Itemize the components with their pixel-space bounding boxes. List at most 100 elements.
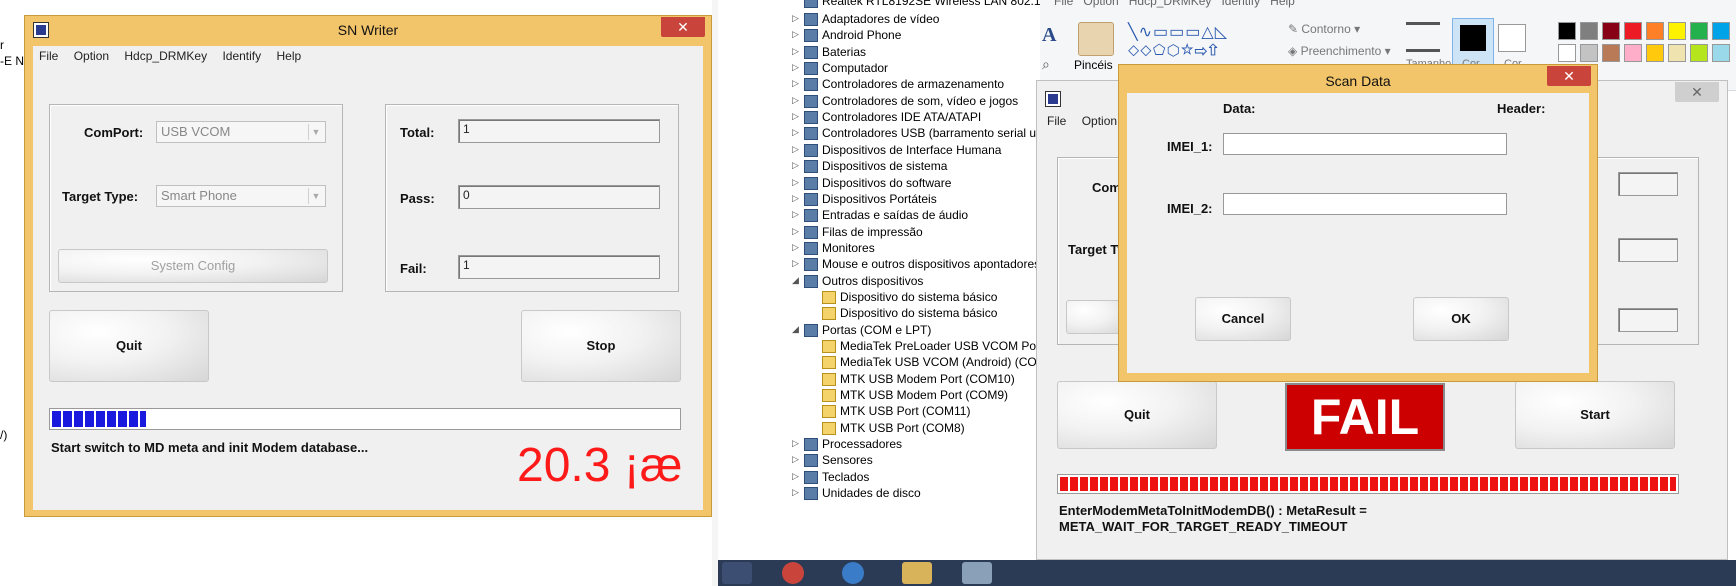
expand-toggle-icon[interactable]: ◢ [792,275,802,286]
expand-toggle-icon[interactable]: ▷ [792,226,802,237]
palette-swatch[interactable] [1624,22,1642,40]
outline-button[interactable]: ✎ Contorno ▾ [1288,22,1360,36]
expand-toggle-icon[interactable]: ▷ [792,258,802,269]
fail-field [1618,308,1678,332]
expand-toggle-icon[interactable]: ▷ [792,160,802,171]
zoom-icon[interactable]: ⌕ [1042,56,1050,73]
expand-toggle-icon[interactable]: ▷ [792,29,802,40]
device-category-icon [804,275,818,288]
imei1-input[interactable] [1223,133,1507,155]
text-tool-icon[interactable]: A [1042,24,1056,47]
palette-swatch[interactable] [1646,22,1664,40]
size-icon[interactable] [1406,22,1440,52]
tree-item-label: Controladores de som, vídeo e jogos [822,94,1019,108]
tree-item-label: MTK USB Modem Port (COM9) [840,388,1009,402]
palette-swatch[interactable] [1712,22,1730,40]
tree-item-label: Teclados [822,470,870,484]
folder-icon[interactable] [902,562,932,584]
tree-item-label: MTK USB Modem Port (COM10) [840,372,1015,386]
pass-field [1618,238,1678,262]
palette-swatch[interactable] [1580,22,1598,40]
device-category-icon [804,177,818,190]
tree-item-label: MediaTek USB VCOM (Android) (COM6) [840,355,1058,369]
palette-swatch[interactable] [1602,22,1620,40]
device-category-icon [804,471,818,484]
device-category-icon [804,226,818,239]
quit-button[interactable]: Quit [1057,381,1217,449]
target-type-select[interactable]: Smart Phone ▼ [156,185,326,207]
fill-button[interactable]: ◈ Preenchimento ▾ [1288,44,1391,58]
menu-identify[interactable]: Identify [216,46,267,63]
palette-swatch[interactable] [1558,44,1576,62]
menu-help[interactable]: Help [270,46,307,63]
palette-swatch[interactable] [1624,44,1642,62]
start-button[interactable]: Start [1515,381,1675,449]
close-button[interactable]: ✕ [1547,66,1591,86]
warning-device-icon [822,340,836,353]
system-config-button[interactable] [1066,300,1126,334]
menu-option[interactable]: Option [68,46,115,63]
progress-fill [52,411,146,427]
expand-toggle-icon[interactable]: ▷ [792,177,802,188]
palette-swatch[interactable] [1646,44,1664,62]
expand-toggle-icon[interactable]: ▷ [792,62,802,73]
tree-item-label: Baterias [822,45,867,59]
system-config-button[interactable]: System Config [58,249,328,283]
brush-icon[interactable] [1078,22,1114,56]
total-field [1618,172,1678,196]
tree-item-label: Android Phone [822,28,902,42]
expand-toggle-icon[interactable]: ▷ [792,144,802,155]
menu-hdcp[interactable]: Hdcp_DRMKey [118,46,213,63]
expand-toggle-icon[interactable]: ▷ [792,454,802,465]
palette-swatch[interactable] [1690,22,1708,40]
imei2-input[interactable] [1223,193,1507,215]
close-button[interactable]: ✕ [661,17,705,37]
expand-toggle-icon[interactable]: ▷ [792,111,802,122]
warning-device-icon [822,405,836,418]
device-category-icon [804,324,818,337]
status-line-1: EnterModemMetaToInitModemDB() : MetaResu… [1059,503,1367,518]
expand-toggle-icon[interactable]: ▷ [792,487,802,498]
palette-swatch[interactable] [1712,44,1730,62]
palette-swatch[interactable] [1580,44,1598,62]
expand-toggle-icon[interactable]: ◢ [792,324,802,335]
total-field: 1 [458,119,660,143]
expand-toggle-icon[interactable]: ▷ [792,471,802,482]
expand-toggle-icon[interactable]: ▷ [792,13,802,24]
device-category-icon [804,209,818,222]
palette-swatch[interactable] [1668,22,1686,40]
expand-toggle-icon[interactable]: ▷ [792,242,802,253]
ok-button[interactable]: OK [1413,297,1509,341]
expand-toggle-icon[interactable]: ▷ [792,438,802,449]
start-icon[interactable] [722,562,752,584]
color2-selector[interactable] [1498,24,1526,52]
palette-swatch[interactable] [1558,22,1576,40]
close-button[interactable]: ✕ [1675,82,1719,102]
ie-icon[interactable] [842,562,864,584]
menu-option[interactable]: Option [1076,111,1123,128]
comport-select[interactable]: USB VCOM ▼ [156,121,326,143]
palette-swatch[interactable] [1690,44,1708,62]
stop-button[interactable]: Stop [521,310,681,382]
expand-toggle-icon[interactable]: ▷ [792,127,802,138]
cancel-button[interactable]: Cancel [1195,297,1291,341]
palette-swatch[interactable] [1668,44,1686,62]
device-category-icon [804,46,818,59]
expand-toggle-icon[interactable]: ▷ [792,95,802,106]
menu-file[interactable]: File [1041,111,1072,128]
quit-button[interactable]: Quit [49,310,209,382]
shapes-gallery[interactable]: ╲∿▭▭▭△◺ ⬦⬦⬠⬡☆⇨⇧ [1128,22,1228,60]
tree-item-label: Controladores de armazenamento [822,77,1005,91]
menu-file[interactable]: File [33,46,64,63]
expand-toggle-icon[interactable]: ▷ [792,78,802,89]
brushes-label: Pincéis [1074,58,1113,72]
expand-toggle-icon[interactable]: ▷ [792,46,802,57]
comport-label: ComPort: [84,125,144,140]
browser-icon[interactable] [782,562,804,584]
expand-toggle-icon[interactable]: ▷ [792,209,802,220]
dialog-title: Scan Data [1325,73,1391,89]
tree-item-label: Filas de impressão [822,225,923,239]
app-taskbar-icon[interactable] [962,562,992,584]
expand-toggle-icon[interactable]: ▷ [792,193,802,204]
palette-swatch[interactable] [1602,44,1620,62]
